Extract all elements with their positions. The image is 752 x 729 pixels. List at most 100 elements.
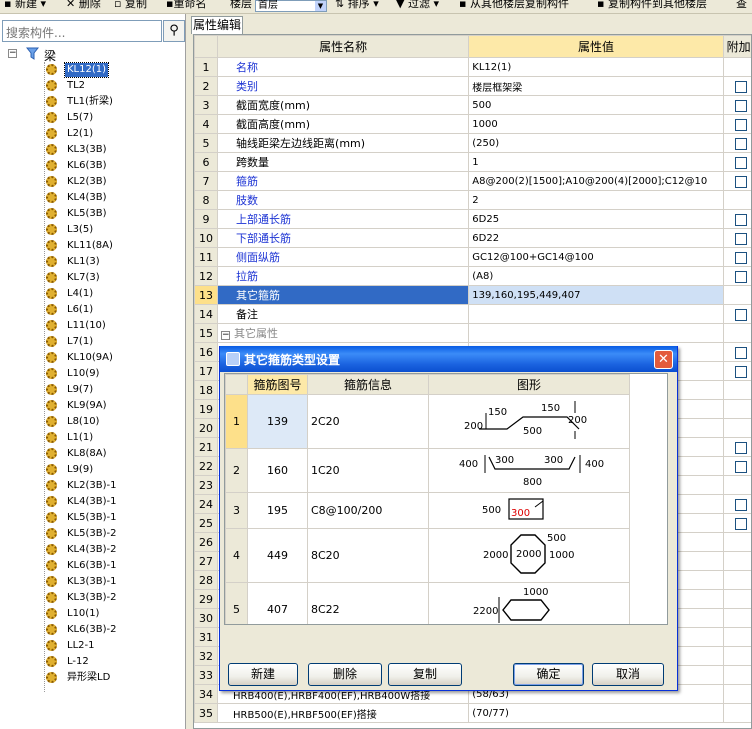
row-number[interactable]: 26	[194, 532, 219, 552]
search-icon[interactable]: ⚲	[163, 20, 185, 42]
property-value[interactable]	[468, 304, 724, 324]
property-value[interactable]: A8@200(2)[1500];A10@200(4)[2000];C12@10	[468, 171, 724, 191]
property-value[interactable]: 139,160,195,449,407	[468, 285, 724, 305]
property-name[interactable]: 拉筋	[217, 266, 470, 286]
extra-checkbox[interactable]	[734, 270, 747, 283]
stirrup-info[interactable]: 2C20	[307, 394, 429, 449]
row-number[interactable]: 31	[194, 627, 219, 647]
collapse-icon[interactable]: −	[8, 49, 17, 58]
property-name[interactable]: 截面宽度(mm)	[217, 95, 470, 115]
row-number[interactable]: 5	[225, 582, 248, 624]
cancel-button[interactable]: 取消	[592, 663, 664, 686]
property-value[interactable]: 500	[468, 95, 724, 115]
extra-checkbox[interactable]	[734, 99, 747, 112]
property-name[interactable]: HRB500(E),HRBF500(EF)搭接	[217, 703, 470, 723]
property-value[interactable]: 2	[468, 190, 724, 210]
stirrup-row[interactable]: 2 160 1C20 400 300 300 400 800	[225, 448, 630, 493]
extra-checkbox[interactable]	[734, 175, 747, 188]
extra-checkbox[interactable]	[734, 251, 747, 264]
row-number[interactable]: 33	[194, 665, 219, 685]
row-number[interactable]: 4	[225, 528, 248, 583]
toolbar-copy-button[interactable]: ▫ 复制	[114, 0, 147, 11]
copy-button[interactable]: 复制	[388, 663, 462, 686]
stirrup-info[interactable]: 8C22	[307, 582, 429, 624]
row-number[interactable]: 21	[194, 437, 219, 457]
row-number[interactable]: 23	[194, 475, 219, 495]
property-row[interactable]: 10 下部通长筋 6D22	[194, 228, 751, 248]
row-number[interactable]: 3	[225, 492, 248, 529]
property-row[interactable]: 6 跨数量 1	[194, 152, 751, 172]
column-header-name[interactable]: 属性名称	[217, 35, 470, 58]
stirrup-row[interactable]: 3 195 C8@100/200 500 300	[225, 492, 630, 529]
toolbar-copy-to-floor-button[interactable]: ▪ 复制构件到其他楼层	[597, 0, 707, 11]
toolbar-filter-button[interactable]: ▼ 过滤 ▾	[396, 0, 439, 11]
row-number[interactable]: 17	[194, 361, 219, 381]
property-name[interactable]: 类别	[217, 76, 470, 96]
stirrup-row[interactable]: 4 449 8C20 500 2000 2000 1000	[225, 528, 630, 583]
stirrup-shape[interactable]: 1000 2200 2000	[428, 582, 630, 624]
row-number[interactable]: 9	[194, 209, 219, 229]
extra-checkbox[interactable]	[734, 308, 747, 321]
property-value[interactable]: (70/77)	[468, 703, 724, 723]
property-row[interactable]: 35 HRB500(E),HRBF500(EF)搭接 (70/77)	[194, 703, 751, 723]
row-number[interactable]: 14	[194, 304, 219, 324]
property-name[interactable]: 箍筋	[217, 171, 470, 191]
extra-checkbox[interactable]	[734, 137, 747, 150]
row-number[interactable]: 10	[194, 228, 219, 248]
stirrup-info[interactable]: C8@100/200	[307, 492, 429, 529]
extra-checkbox[interactable]	[734, 118, 747, 131]
column-header-shape[interactable]: 图形	[428, 374, 630, 395]
property-row[interactable]: 12 拉筋 (A8)	[194, 266, 751, 286]
extra-checkbox[interactable]	[734, 517, 747, 530]
property-row[interactable]: 15− 其它属性	[194, 323, 751, 343]
property-name[interactable]: 下部通长筋	[217, 228, 470, 248]
extra-checkbox[interactable]	[734, 80, 747, 93]
row-number[interactable]: 27	[194, 551, 219, 571]
stirrup-code[interactable]: 407	[247, 582, 308, 624]
search-input[interactable]: 搜索构件...	[2, 20, 162, 42]
property-value[interactable]: 6D25	[468, 209, 724, 229]
chevron-down-icon[interactable]: ▼	[315, 1, 326, 11]
property-row[interactable]: 3 截面宽度(mm) 500	[194, 95, 751, 115]
stirrup-code[interactable]: 449	[247, 528, 308, 583]
column-header-stirrup-code[interactable]: 箍筋图号	[247, 374, 308, 395]
dialog-titlebar[interactable]: 其它箍筋类型设置 ✕	[220, 346, 677, 372]
property-name[interactable]: 肢数	[217, 190, 470, 210]
extra-checkbox[interactable]	[734, 460, 747, 473]
extra-checkbox[interactable]	[734, 441, 747, 454]
row-number[interactable]: 20	[194, 418, 219, 438]
row-number[interactable]: 24	[194, 494, 219, 514]
toolbar-new-button[interactable]: ▪ 新建 ▾	[4, 0, 46, 11]
property-name[interactable]: 截面高度(mm)	[217, 114, 470, 134]
new-button[interactable]: 新建	[228, 663, 298, 686]
property-value[interactable]: 1000	[468, 114, 724, 134]
property-row[interactable]: 2 类别 楼层框架梁	[194, 76, 751, 96]
row-number[interactable]: 5	[194, 133, 219, 153]
property-value[interactable]: (250)	[468, 133, 724, 153]
row-number[interactable]: 32	[194, 646, 219, 666]
toolbar-delete-button[interactable]: ✕ 删除	[66, 0, 101, 11]
stirrup-shape[interactable]: 150 150 200 200 500	[428, 394, 630, 449]
toolbar-overflow-item[interactable]: 查	[736, 0, 747, 11]
close-icon[interactable]: ✕	[654, 350, 673, 369]
row-number[interactable]: 25	[194, 513, 219, 533]
property-row[interactable]: 11 侧面纵筋 GC12@100+GC14@100	[194, 247, 751, 267]
tree-root[interactable]: − 梁	[8, 46, 128, 63]
toolbar-copy-from-floor-button[interactable]: ▪ 从其他楼层复制构件	[459, 0, 569, 11]
column-header-stirrup-info[interactable]: 箍筋信息	[307, 374, 429, 395]
stirrup-shape[interactable]: 500 300	[428, 492, 630, 529]
property-name[interactable]: 跨数量	[217, 152, 470, 172]
row-number[interactable]: 30	[194, 608, 219, 628]
stirrup-row[interactable]: 5 407 8C22 1000 2200 2000	[225, 582, 630, 624]
extra-checkbox[interactable]	[734, 156, 747, 169]
property-value[interactable]: 1	[468, 152, 724, 172]
row-number[interactable]: 35	[194, 703, 219, 723]
row-number[interactable]: 2	[194, 76, 219, 96]
property-name[interactable]: 上部通长筋	[217, 209, 470, 229]
extra-checkbox[interactable]	[734, 232, 747, 245]
stirrup-code[interactable]: 195	[247, 492, 308, 529]
floor-select[interactable]: 首层 ▼	[255, 0, 327, 12]
stirrup-shape[interactable]: 400 300 300 400 800	[428, 448, 630, 493]
property-name[interactable]: 其它箍筋	[217, 285, 470, 305]
ok-button[interactable]: 确定	[513, 663, 584, 686]
